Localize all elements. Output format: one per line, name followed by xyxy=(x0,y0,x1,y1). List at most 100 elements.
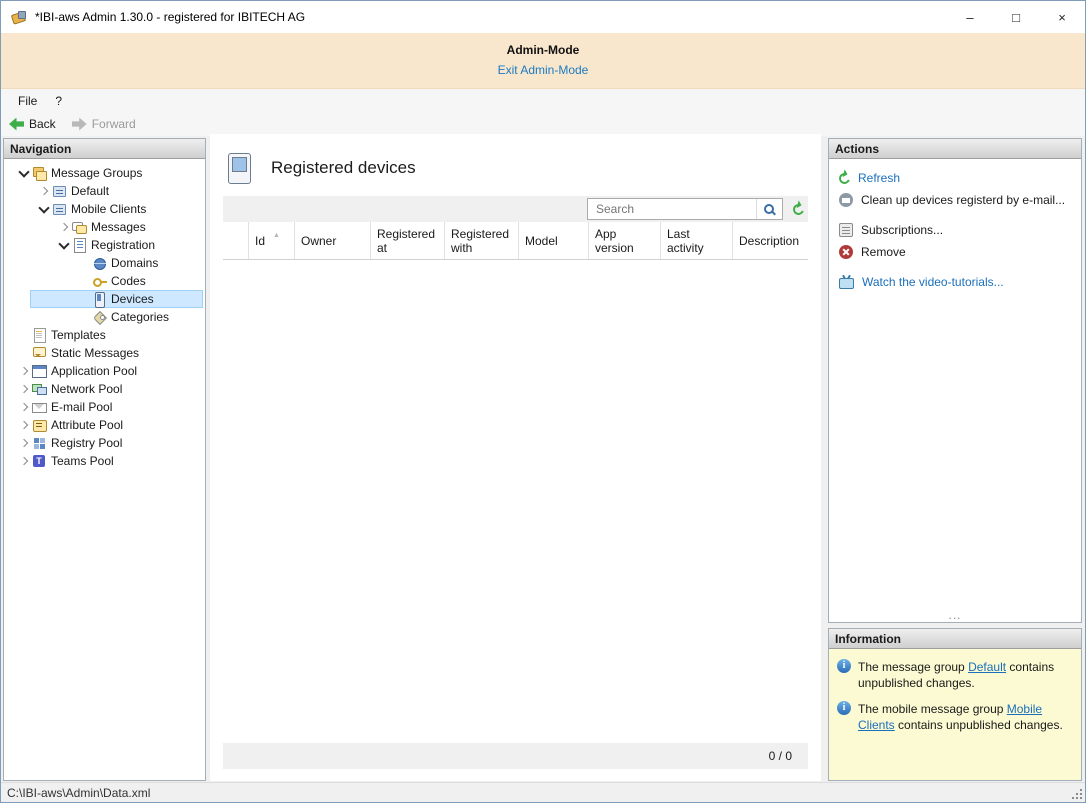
chevron-collapsed-icon[interactable] xyxy=(16,363,32,379)
search-button[interactable] xyxy=(756,199,782,219)
chevron-collapsed-icon[interactable] xyxy=(16,399,32,415)
expander-spacer xyxy=(76,273,92,289)
tree-item-attribute-pool[interactable]: Attribute Pool xyxy=(4,416,205,434)
attribute-pool-icon xyxy=(32,418,47,433)
tree-label: Codes xyxy=(111,274,146,288)
tree-label: Registry Pool xyxy=(51,436,122,450)
column-label: Model xyxy=(525,234,558,248)
column-header-registered-at[interactable]: Registered at xyxy=(371,222,445,259)
tree-label: Mobile Clients xyxy=(71,202,146,216)
menu-file[interactable]: File xyxy=(9,91,46,111)
tv-icon xyxy=(839,278,854,289)
panel-splitter-grip[interactable]: ... xyxy=(829,610,1081,622)
tree-item-static-messages[interactable]: Static Messages xyxy=(4,344,205,362)
mobile-device-icon xyxy=(92,292,107,307)
tree-label: Default xyxy=(71,184,109,198)
status-path: C:\IBI-aws\Admin\Data.xml xyxy=(7,786,150,800)
column-header-owner[interactable]: Owner xyxy=(295,222,371,259)
tree-item-codes[interactable]: Codes xyxy=(4,272,205,290)
teams-pool-icon xyxy=(32,454,47,469)
tree-label: Network Pool xyxy=(51,382,122,396)
navigation-panel: Navigation Message Groups Default Mobile… xyxy=(3,138,206,781)
chevron-collapsed-icon[interactable] xyxy=(36,183,52,199)
tree-item-mobile-clients[interactable]: Mobile Clients xyxy=(4,200,205,218)
tree-item-message-groups[interactable]: Message Groups xyxy=(4,164,205,182)
chevron-collapsed-icon[interactable] xyxy=(16,435,32,451)
expander-spacer xyxy=(16,327,32,343)
admin-mode-banner: Admin-Mode Exit Admin-Mode xyxy=(1,33,1085,89)
tree-item-domains[interactable]: Domains xyxy=(4,254,205,272)
chevron-collapsed-icon[interactable] xyxy=(16,381,32,397)
column-header-model[interactable]: Model xyxy=(519,222,589,259)
messages-icon xyxy=(72,220,87,235)
exit-admin-mode-link[interactable]: Exit Admin-Mode xyxy=(498,63,589,77)
key-icon xyxy=(92,274,107,289)
tree-label: Messages xyxy=(91,220,146,234)
tree-item-network-pool[interactable]: Network Pool xyxy=(4,380,205,398)
actions-panel: Actions Refresh Clean up devices registe… xyxy=(828,138,1082,623)
minimize-button[interactable]: – xyxy=(947,1,993,33)
info-icon xyxy=(837,701,851,715)
column-header-last-activity[interactable]: Last activity xyxy=(661,222,733,259)
tree-item-registration[interactable]: Registration xyxy=(4,236,205,254)
info-link-default[interactable]: Default xyxy=(968,660,1006,674)
info-text-prefix: The mobile message group xyxy=(858,702,1007,716)
forward-label: Forward xyxy=(92,117,136,131)
resize-grip[interactable] xyxy=(1080,797,1082,799)
action-cleanup-devices[interactable]: Clean up devices registerd by e-mail... xyxy=(829,189,1081,211)
column-header-description[interactable]: Description xyxy=(733,222,808,259)
tree-item-templates[interactable]: Templates xyxy=(4,326,205,344)
column-header-registered-with[interactable]: Registered with xyxy=(445,222,519,259)
tree-item-categories[interactable]: Categories xyxy=(4,308,205,326)
search-input[interactable] xyxy=(588,202,756,216)
refresh-table-icon[interactable] xyxy=(791,202,806,217)
cleanup-email-icon xyxy=(839,193,853,207)
tree-item-messages[interactable]: Messages xyxy=(4,218,205,236)
action-subscriptions[interactable]: Subscriptions... xyxy=(829,219,1081,241)
action-watch-tutorials[interactable]: Watch the video-tutorials... xyxy=(829,271,1081,293)
column-header-app-version[interactable]: App version xyxy=(589,222,661,259)
action-remove[interactable]: Remove xyxy=(829,241,1081,263)
tree-item-devices[interactable]: Devices xyxy=(30,290,203,308)
chevron-collapsed-icon[interactable] xyxy=(56,219,72,235)
back-button[interactable]: Back xyxy=(9,117,56,131)
column-label: Registered with xyxy=(451,227,512,255)
action-label: Remove xyxy=(861,245,906,259)
forward-button[interactable]: Forward xyxy=(72,117,136,131)
tree-item-application-pool[interactable]: Application Pool xyxy=(4,362,205,380)
window-controls: – □ × xyxy=(947,1,1085,33)
action-refresh[interactable]: Refresh xyxy=(829,167,1081,189)
registry-pool-icon xyxy=(32,436,47,451)
message-group-icon xyxy=(52,184,67,199)
search-icon xyxy=(763,203,776,216)
tree-label: Templates xyxy=(51,328,106,342)
back-label: Back xyxy=(29,117,56,131)
menu-help[interactable]: ? xyxy=(46,91,71,111)
tree-item-teams-pool[interactable]: Teams Pool xyxy=(4,452,205,470)
chevron-collapsed-icon[interactable] xyxy=(16,417,32,433)
info-text-suffix: contains unpublished changes. xyxy=(895,718,1063,732)
refresh-icon xyxy=(837,171,852,186)
maximize-button[interactable]: □ xyxy=(993,1,1039,33)
column-label: Description xyxy=(739,234,799,248)
chevron-expanded-icon[interactable] xyxy=(36,201,52,217)
chevron-expanded-icon[interactable] xyxy=(16,165,32,181)
row-count: 0 / 0 xyxy=(769,749,792,763)
action-label: Clean up devices registerd by e-mail... xyxy=(861,193,1065,207)
email-pool-icon xyxy=(32,400,47,415)
tree-item-registry-pool[interactable]: Registry Pool xyxy=(4,434,205,452)
expander-spacer xyxy=(76,255,92,271)
chevron-expanded-icon[interactable] xyxy=(56,237,72,253)
tree-item-email-pool[interactable]: E-mail Pool xyxy=(4,398,205,416)
templates-icon xyxy=(32,328,47,343)
tree-item-default[interactable]: Default xyxy=(4,182,205,200)
close-button[interactable]: × xyxy=(1039,1,1085,33)
tree-label: Application Pool xyxy=(51,364,137,378)
info-text: The message group Default contains unpub… xyxy=(858,659,1073,691)
column-header-id[interactable]: Id ▲ xyxy=(249,222,295,259)
admin-mode-title: Admin-Mode xyxy=(1,33,1085,57)
registration-icon xyxy=(72,238,87,253)
chevron-collapsed-icon[interactable] xyxy=(16,453,32,469)
registered-devices-icon xyxy=(228,153,251,184)
info-item-mobile-clients: The mobile message group Mobile Clients … xyxy=(837,701,1073,733)
